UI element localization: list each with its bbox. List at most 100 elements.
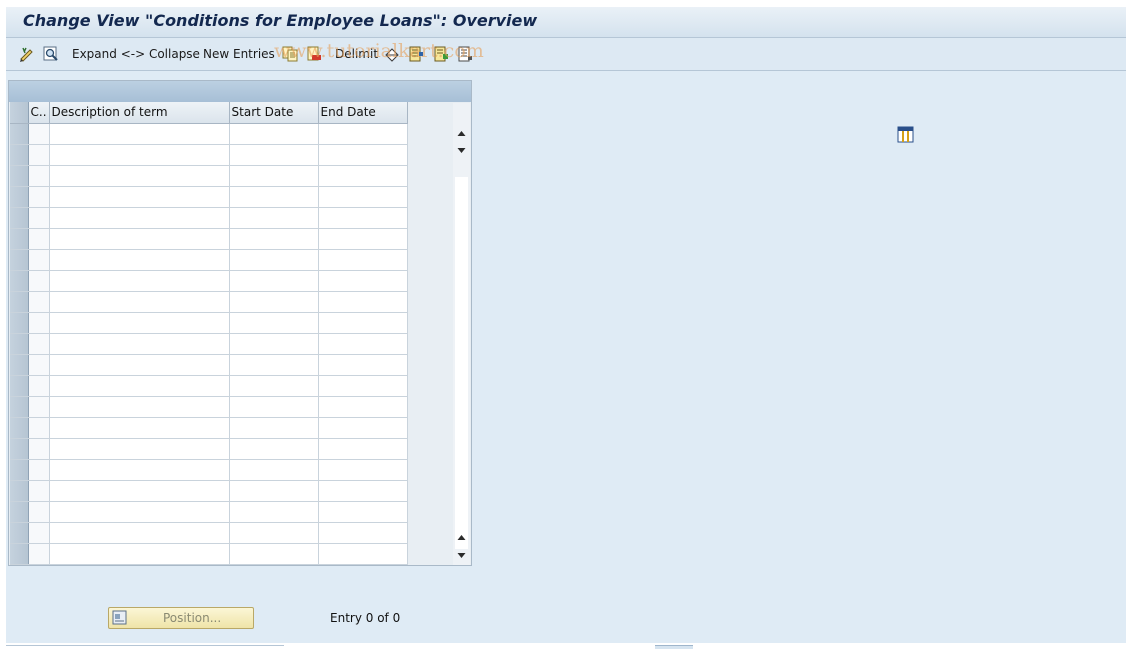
checkbox-cell[interactable] [28, 522, 50, 544]
checkbox-cell[interactable] [28, 417, 50, 439]
end-date-cell[interactable] [318, 480, 408, 502]
end-date-cell[interactable] [318, 312, 408, 334]
description-cell[interactable] [49, 249, 230, 271]
start-date-cell[interactable] [229, 354, 319, 376]
checkbox-cell[interactable] [28, 438, 50, 460]
description-cell[interactable] [49, 354, 230, 376]
checkbox-cell[interactable] [28, 480, 50, 502]
start-date-cell[interactable] [229, 501, 319, 523]
row-selector[interactable] [10, 501, 29, 523]
delete-icon[interactable] [306, 46, 322, 62]
row-selector[interactable] [10, 312, 29, 334]
row-selector[interactable] [10, 207, 29, 229]
checkbox-cell[interactable] [28, 501, 50, 523]
new-entries-button[interactable]: New Entries [203, 46, 275, 63]
end-date-cell[interactable] [318, 144, 408, 166]
row-selector[interactable] [10, 165, 29, 187]
start-date-cell[interactable] [229, 459, 319, 481]
copy-icon[interactable] [282, 46, 298, 62]
description-cell[interactable] [49, 417, 230, 439]
start-date-cell[interactable] [229, 480, 319, 502]
scroll-down-icon[interactable] [453, 547, 470, 564]
column-header[interactable]: Start Date [229, 102, 319, 124]
checkbox-cell[interactable] [28, 123, 50, 145]
scrollbar-track[interactable] [455, 177, 468, 549]
description-cell[interactable] [49, 522, 230, 544]
description-cell[interactable] [49, 123, 230, 145]
vertical-scrollbar[interactable] [453, 103, 914, 565]
row-selector[interactable] [10, 333, 29, 355]
scroll-up-icon[interactable] [453, 125, 470, 142]
checkbox-cell[interactable] [28, 186, 50, 208]
start-date-cell[interactable] [229, 249, 319, 271]
description-cell[interactable] [49, 207, 230, 229]
row-selector[interactable] [10, 144, 29, 166]
description-cell[interactable] [49, 543, 230, 565]
description-cell[interactable] [49, 396, 230, 418]
start-date-cell[interactable] [229, 522, 319, 544]
start-date-cell[interactable] [229, 207, 319, 229]
row-selector[interactable] [10, 270, 29, 292]
start-date-cell[interactable] [229, 144, 319, 166]
description-cell[interactable] [49, 291, 230, 313]
row-selector[interactable] [10, 396, 29, 418]
checkbox-cell[interactable] [28, 312, 50, 334]
checkbox-cell[interactable] [28, 375, 50, 397]
description-cell[interactable] [49, 270, 230, 292]
undo-icon[interactable] [384, 46, 400, 62]
expand-collapse-button[interactable]: Expand <-> Collapse [72, 46, 200, 63]
description-cell[interactable] [49, 375, 230, 397]
row-selector[interactable] [10, 291, 29, 313]
start-date-cell[interactable] [229, 312, 319, 334]
end-date-cell[interactable] [318, 123, 408, 145]
start-date-cell[interactable] [229, 270, 319, 292]
row-selector[interactable] [10, 417, 29, 439]
description-cell[interactable] [49, 312, 230, 334]
display-glasses-icon[interactable] [43, 46, 59, 62]
row-selector[interactable] [10, 459, 29, 481]
checkbox-cell[interactable] [28, 228, 50, 250]
row-selector[interactable] [10, 228, 29, 250]
end-date-cell[interactable] [318, 333, 408, 355]
checkbox-cell[interactable] [28, 543, 50, 565]
row-selector[interactable] [10, 522, 29, 544]
description-cell[interactable] [49, 438, 230, 460]
end-date-cell[interactable] [318, 543, 408, 565]
start-date-cell[interactable] [229, 186, 319, 208]
description-cell[interactable] [49, 186, 230, 208]
description-cell[interactable] [49, 459, 230, 481]
description-cell[interactable] [49, 144, 230, 166]
start-date-cell[interactable] [229, 228, 319, 250]
description-cell[interactable] [49, 228, 230, 250]
checkbox-cell[interactable] [28, 165, 50, 187]
description-cell[interactable] [49, 333, 230, 355]
row-selector[interactable] [10, 480, 29, 502]
column-header[interactable]: C.. [28, 102, 50, 124]
row-selector[interactable] [10, 375, 29, 397]
end-date-cell[interactable] [318, 291, 408, 313]
start-date-cell[interactable] [229, 123, 319, 145]
end-date-cell[interactable] [318, 207, 408, 229]
row-selector[interactable] [10, 186, 29, 208]
end-date-cell[interactable] [318, 396, 408, 418]
deselect-all-icon[interactable] [457, 46, 473, 62]
end-date-cell[interactable] [318, 186, 408, 208]
row-selector[interactable] [10, 543, 29, 565]
delimit-button[interactable]: Delimit [335, 46, 378, 63]
checkbox-cell[interactable] [28, 144, 50, 166]
checkbox-cell[interactable] [28, 333, 50, 355]
checkbox-cell[interactable] [28, 270, 50, 292]
column-header[interactable]: Description of term [49, 102, 230, 124]
end-date-cell[interactable] [318, 438, 408, 460]
end-date-cell[interactable] [318, 270, 408, 292]
checkbox-cell[interactable] [28, 291, 50, 313]
end-date-cell[interactable] [318, 459, 408, 481]
description-cell[interactable] [49, 501, 230, 523]
end-date-cell[interactable] [318, 249, 408, 271]
row-selector[interactable] [10, 249, 29, 271]
row-selector[interactable] [10, 438, 29, 460]
column-configuration-icon[interactable] [897, 125, 914, 144]
start-date-cell[interactable] [229, 165, 319, 187]
end-date-cell[interactable] [318, 165, 408, 187]
row-selector[interactable] [10, 123, 29, 145]
